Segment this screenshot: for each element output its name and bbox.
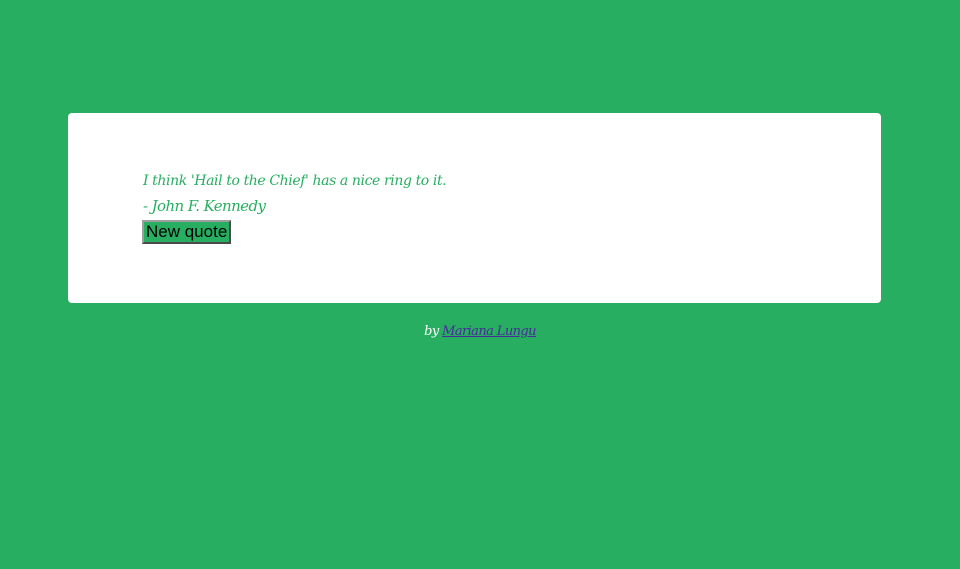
author-link[interactable]: Mariana Lungu	[442, 324, 536, 339]
new-quote-button[interactable]: New quote	[142, 220, 232, 244]
quote-card: I think 'Hail to the Chief' has a nice r…	[68, 113, 881, 303]
footer-prefix: by	[424, 324, 439, 339]
quote-author: - John F. Kennedy	[143, 197, 266, 215]
footer-credit: by Mariana Lungu	[0, 324, 960, 339]
quote-text: I think 'Hail to the Chief' has a nice r…	[143, 173, 447, 189]
